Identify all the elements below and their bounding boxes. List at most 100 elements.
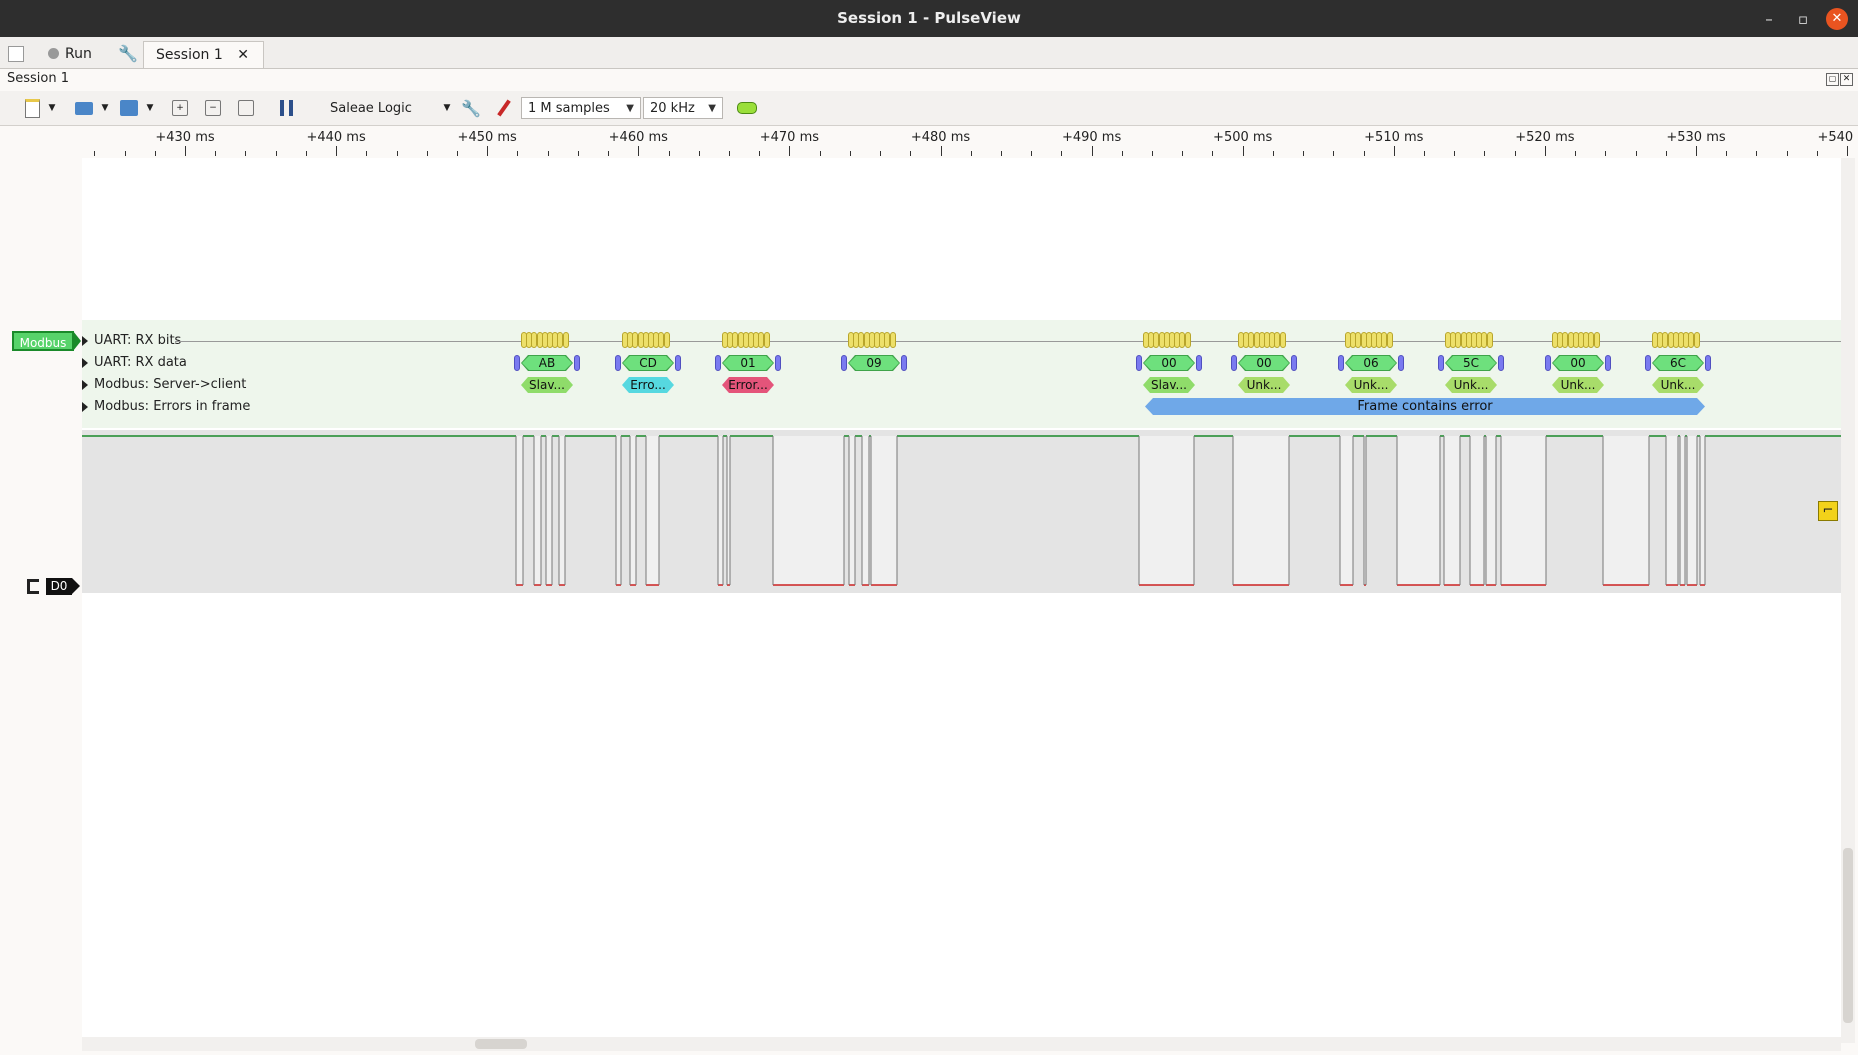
row-label-server-client[interactable]: Modbus: Server->client [81,377,246,392]
close-dock-icon[interactable]: ✕ [1840,73,1853,86]
sample-count-select[interactable]: 1 M samples ▼ [521,97,641,119]
rx-bit-group[interactable] [848,332,900,348]
row-label-rx-bits[interactable]: UART: RX bits [81,333,181,348]
ruler-minor-tick [396,151,398,156]
new-session-icon[interactable] [22,97,42,119]
ruler-minor-tick [698,151,700,156]
ruler-tick-label: +490 ms [1061,130,1122,145]
falling-edge-trigger-icon[interactable]: ⌐ [1818,501,1838,521]
uart-start-stop-marker [1705,355,1711,371]
row-label-rx-data[interactable]: UART: RX data [82,355,187,370]
uart-start-stop-marker [841,355,847,371]
cursor-icon[interactable] [275,97,297,119]
decoder-label-modbus[interactable]: Modbus [12,331,81,351]
server-client-annotation[interactable]: Unk... [1238,377,1290,393]
new-view-icon[interactable] [8,46,24,62]
rx-data-annotation[interactable]: CD [622,355,674,371]
run-button[interactable]: Run [48,41,92,67]
logic-low-fill [1486,436,1496,585]
rx-data-annotation[interactable]: 09 [848,355,900,371]
minimize-icon[interactable]: – [1758,8,1780,30]
session-header: Session 1 ▢ ✕ [0,69,1858,91]
rx-bit-group[interactable] [722,332,774,348]
ruler-major-tick [1696,146,1697,156]
rx-data-annotation[interactable]: 01 [722,355,774,371]
rx-bit-group[interactable] [622,332,674,348]
rx-data-annotation[interactable]: 00 [1552,355,1604,371]
server-client-annotation[interactable]: Unk... [1652,377,1704,393]
uart-start-stop-marker [574,355,580,371]
rx-bit-group[interactable] [1143,332,1195,348]
rx-bit-group[interactable] [1445,332,1497,348]
device-dropdown-icon[interactable]: ▼ [440,97,454,119]
server-client-annotation[interactable]: Erro... [622,377,674,393]
row-label-errors-in-frame[interactable]: Modbus: Errors in frame [81,399,250,414]
server-client-annotation[interactable]: Unk... [1552,377,1604,393]
open-file-icon[interactable] [73,97,95,119]
logic-low-fill [616,436,621,585]
chevron-down-icon: ▼ [626,103,634,114]
float-dock-icon[interactable]: ▢ [1826,73,1839,86]
uart-start-stop-marker [1605,355,1611,371]
zoom-in-icon[interactable]: + [170,97,190,119]
ruler-tick-label: +530 ms [1666,130,1726,145]
horizontal-scrollbar[interactable] [82,1037,1841,1051]
ruler-minor-tick [1786,151,1788,156]
rx-data-annotation[interactable]: 00 [1238,355,1290,371]
logic-low-fill [773,436,844,585]
horizontal-scroll-thumb[interactable] [475,1039,527,1049]
time-ruler[interactable]: +430 ms +440 ms +450 ms +460 ms +470 ms +480 … [0,126,1858,158]
save-file-icon[interactable] [118,97,140,119]
vertical-scroll-thumb[interactable] [1843,848,1853,1023]
ruler-minor-tick [275,151,277,156]
tab-session-1[interactable]: Session 1 ✕ [143,41,264,68]
ruler-minor-tick [1121,151,1123,156]
rx-bit [1693,332,1700,348]
tab-close-icon[interactable]: ✕ [237,47,249,63]
logic-low-fill [630,436,636,585]
close-icon[interactable]: ✕ [1826,8,1848,30]
rx-bit-group[interactable] [1238,332,1290,348]
uart-start-stop-marker [1545,355,1551,371]
trigger-icon[interactable] [27,579,39,594]
maximize-icon[interactable]: ▫ [1792,8,1814,30]
vertical-scrollbar[interactable] [1841,158,1855,1043]
rx-data-annotation[interactable]: 06 [1345,355,1397,371]
server-client-annotation[interactable]: Unk... [1345,377,1397,393]
uart-start-stop-marker [901,355,907,371]
session-label: Session 1 [7,71,70,86]
ruler-minor-tick [910,151,912,156]
ruler-minor-tick [1484,151,1486,156]
zoom-fit-icon[interactable] [236,97,256,119]
open-dropdown-icon[interactable]: ▼ [99,97,111,119]
add-decoder-icon[interactable] [736,97,758,119]
sample-rate-select[interactable]: 20 kHz ▼ [643,97,723,119]
ruler-minor-tick [215,151,217,156]
probe-config-icon[interactable] [493,97,515,119]
rx-data-annotation[interactable]: 00 [1143,355,1195,371]
device-selector[interactable]: Saleae Logic [330,97,450,119]
new-session-dropdown-icon[interactable]: ▼ [46,97,58,119]
channel-label-d0[interactable]: D0 [46,578,80,595]
trace-view[interactable] [82,158,1841,1043]
device-config-icon[interactable]: 🔧 [460,97,482,119]
rx-bit-group[interactable] [521,332,573,348]
server-client-annotation[interactable]: Slav... [1143,377,1195,393]
server-client-annotation[interactable]: Unk... [1445,377,1497,393]
uart-start-stop-marker [1136,355,1142,371]
rx-data-annotation[interactable]: 5C [1445,355,1497,371]
rx-data-annotation[interactable]: AB [521,355,573,371]
server-client-annotation[interactable]: Slav... [521,377,573,393]
settings-tools-icon[interactable]: 🔧 [118,41,138,67]
rx-bit-group[interactable] [1652,332,1704,348]
rx-bit-group[interactable] [1552,332,1604,348]
rx-data-annotation[interactable]: 6C [1652,355,1704,371]
rx-bit [889,332,896,348]
frame-error-annotation[interactable]: Frame contains error [1145,398,1705,415]
server-client-annotation[interactable]: Error... [722,377,774,393]
rx-bit-group[interactable] [1345,332,1397,348]
zoom-out-icon[interactable]: − [203,97,223,119]
ruler-minor-tick [819,151,821,156]
ruler-major-tick [487,146,489,156]
save-dropdown-icon[interactable]: ▼ [144,97,156,119]
